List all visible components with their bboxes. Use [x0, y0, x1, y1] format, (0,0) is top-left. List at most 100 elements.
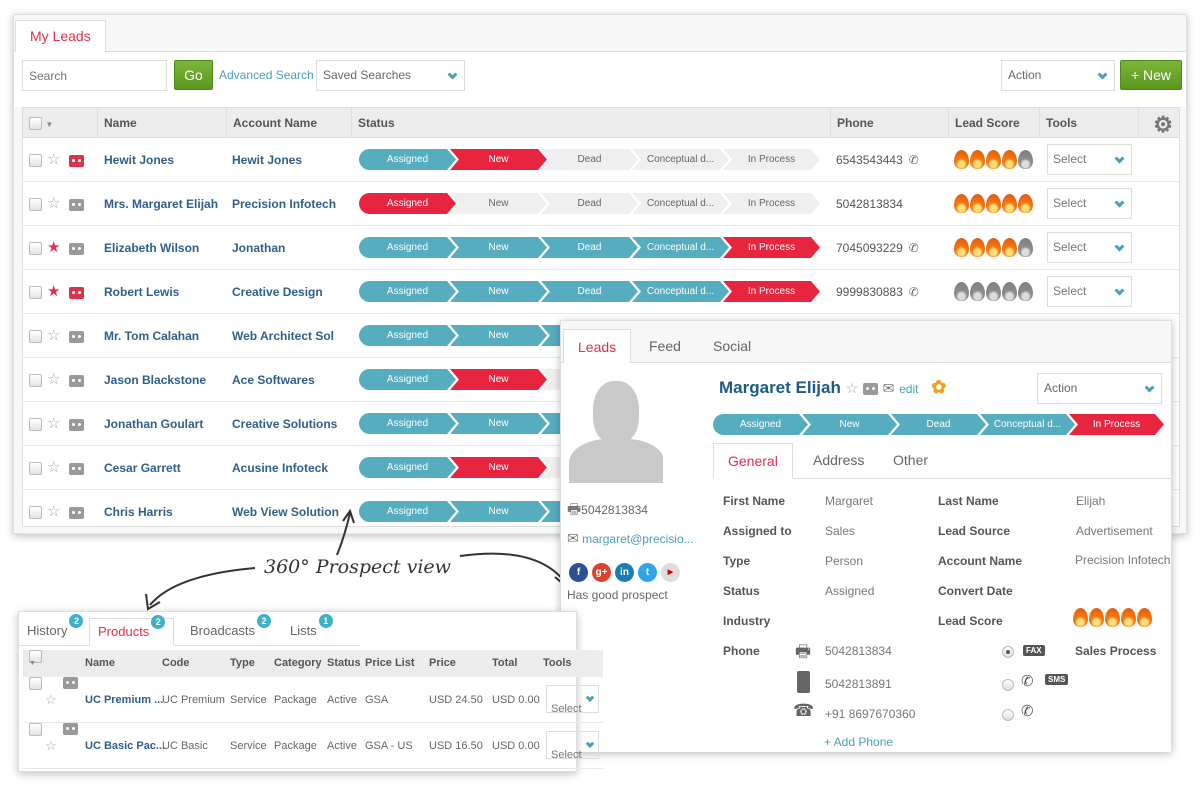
- status-stage[interactable]: Conceptual d...: [632, 281, 729, 302]
- status-stage[interactable]: New: [450, 281, 547, 302]
- row-checkbox-cell[interactable]: [29, 446, 42, 490]
- star-icon[interactable]: ☆: [45, 677, 57, 723]
- star-icon[interactable]: ☆: [47, 490, 60, 534]
- status-stage[interactable]: New: [450, 193, 547, 214]
- tab-general[interactable]: General: [713, 443, 793, 479]
- row-checkbox[interactable]: [29, 330, 42, 344]
- lead-name-link[interactable]: Mrs. Margaret Elijah: [104, 182, 218, 226]
- col-category[interactable]: Category: [274, 650, 322, 677]
- status-stage[interactable]: Assigned: [359, 457, 456, 478]
- lead-name-link[interactable]: Hewit Jones: [104, 138, 174, 182]
- row-checkbox-cell[interactable]: [29, 182, 42, 226]
- select-all-control[interactable]: ▼: [23, 108, 53, 138]
- new-lead-button[interactable]: + New: [1120, 60, 1182, 90]
- row-checkbox[interactable]: [29, 723, 42, 736]
- col-code[interactable]: Code: [162, 650, 190, 677]
- detail-status-stage[interactable]: Conceptual d...: [980, 414, 1075, 435]
- tools-select[interactable]: Select: [1047, 276, 1132, 307]
- status-stage[interactable]: New: [450, 413, 547, 434]
- row-checkbox[interactable]: [29, 677, 42, 690]
- status-stage[interactable]: Dead: [541, 149, 638, 170]
- status-stage[interactable]: In Process: [723, 237, 820, 258]
- tab-broadcasts[interactable]: Broadcasts2: [182, 614, 279, 646]
- product-name[interactable]: UC Basic Pac...: [85, 723, 165, 769]
- tab-history[interactable]: History2: [19, 614, 91, 646]
- twitter-icon[interactable]: t: [638, 563, 657, 582]
- call-icon[interactable]: ✆: [909, 270, 919, 314]
- status-stage[interactable]: Assigned: [359, 281, 456, 302]
- status-stage[interactable]: New: [450, 457, 547, 478]
- product-name[interactable]: UC Premium ...: [85, 677, 163, 723]
- owl-icon[interactable]: [69, 462, 84, 475]
- star-icon[interactable]: ☆: [846, 380, 859, 396]
- account-name-link[interactable]: Web View Solution: [232, 490, 339, 534]
- row-checkbox-cell[interactable]: [29, 402, 42, 446]
- row-checkbox[interactable]: [29, 418, 42, 432]
- col-account-name[interactable]: Account Name: [226, 108, 352, 138]
- detail-status-stage[interactable]: Assigned: [713, 414, 808, 435]
- table-row[interactable]: ★ Elizabeth Wilson Jonathan Assigned New Dead…: [23, 226, 1179, 270]
- col-phone[interactable]: Phone: [830, 108, 948, 138]
- star-icon[interactable]: ☆: [47, 446, 60, 490]
- google-plus-icon[interactable]: g+: [592, 563, 611, 582]
- email-link[interactable]: margaret@precisio...: [582, 532, 694, 546]
- owl-icon[interactable]: [862, 382, 878, 395]
- tab-social[interactable]: Social: [699, 329, 765, 364]
- lead-name-link[interactable]: Jonathan Goulart: [104, 402, 203, 446]
- status-stage[interactable]: Conceptual d...: [632, 193, 729, 214]
- star-icon[interactable]: ☆: [47, 358, 60, 402]
- saved-searches-dropdown[interactable]: Saved Searches: [316, 60, 465, 91]
- col-lead-score[interactable]: Lead Score: [948, 108, 1040, 138]
- status-stage[interactable]: Assigned: [359, 237, 456, 258]
- account-name-link[interactable]: Creative Design: [232, 270, 323, 314]
- tab-other[interactable]: Other: [879, 443, 942, 479]
- call-icon[interactable]: ✆: [1021, 672, 1034, 690]
- owl-cell[interactable]: [69, 446, 84, 490]
- status-stage[interactable]: Assigned: [359, 149, 456, 170]
- search-input[interactable]: [22, 60, 167, 91]
- row-checkbox-cell[interactable]: [29, 138, 42, 182]
- caret-down-icon[interactable]: ▼: [45, 120, 53, 129]
- facebook-icon[interactable]: f: [569, 563, 588, 582]
- col-name[interactable]: Name: [97, 108, 227, 138]
- owl-icon[interactable]: [69, 242, 84, 255]
- lead-name-link[interactable]: Cesar Garrett: [104, 446, 181, 490]
- owl-cell[interactable]: [69, 226, 84, 270]
- owl-icon[interactable]: [69, 198, 84, 211]
- lead-name-link[interactable]: Robert Lewis: [104, 270, 179, 314]
- owl-cell[interactable]: [69, 182, 84, 226]
- row-checkbox[interactable]: [29, 242, 42, 256]
- row-checkbox[interactable]: [29, 462, 42, 476]
- select-all-checkbox[interactable]: [29, 117, 42, 131]
- status-stage[interactable]: Assigned: [359, 193, 456, 214]
- col-name[interactable]: Name: [85, 650, 115, 677]
- row-checkbox-cell[interactable]: [29, 490, 42, 534]
- status-stage[interactable]: Assigned: [359, 325, 456, 346]
- envelope-icon[interactable]: ✉: [883, 380, 895, 396]
- account-name-link[interactable]: Precision Infotech: [232, 182, 336, 226]
- owl-icon[interactable]: [69, 154, 84, 167]
- star-icon[interactable]: ☆: [47, 138, 60, 182]
- phone-3-primary-radio[interactable]: [1002, 709, 1014, 721]
- status-stage[interactable]: New: [450, 369, 547, 390]
- account-name-link[interactable]: Jonathan: [232, 226, 285, 270]
- status-stage[interactable]: Assigned: [359, 501, 456, 522]
- owl-icon[interactable]: [69, 286, 84, 299]
- status-stage[interactable]: In Process: [723, 193, 820, 214]
- row-checkbox[interactable]: [29, 374, 42, 388]
- add-phone-link[interactable]: + Add Phone: [824, 735, 893, 749]
- owl-cell[interactable]: [69, 490, 84, 534]
- owl-cell[interactable]: [69, 138, 84, 182]
- row-checkbox-cell[interactable]: [29, 226, 42, 270]
- status-stage[interactable]: Conceptual d...: [632, 149, 729, 170]
- owl-icon[interactable]: [69, 506, 84, 519]
- fax-tag-icon[interactable]: FAX: [1023, 645, 1045, 656]
- youtube-icon[interactable]: ▶: [661, 563, 680, 582]
- owl-cell[interactable]: [69, 270, 84, 314]
- phone-1-primary-radio[interactable]: [1002, 646, 1014, 658]
- col-price-list[interactable]: Price List: [365, 650, 415, 677]
- col-price[interactable]: Price: [429, 650, 456, 677]
- status-stage[interactable]: New: [450, 325, 547, 346]
- status-stage[interactable]: New: [450, 237, 547, 258]
- status-stage[interactable]: Conceptual d...: [632, 237, 729, 258]
